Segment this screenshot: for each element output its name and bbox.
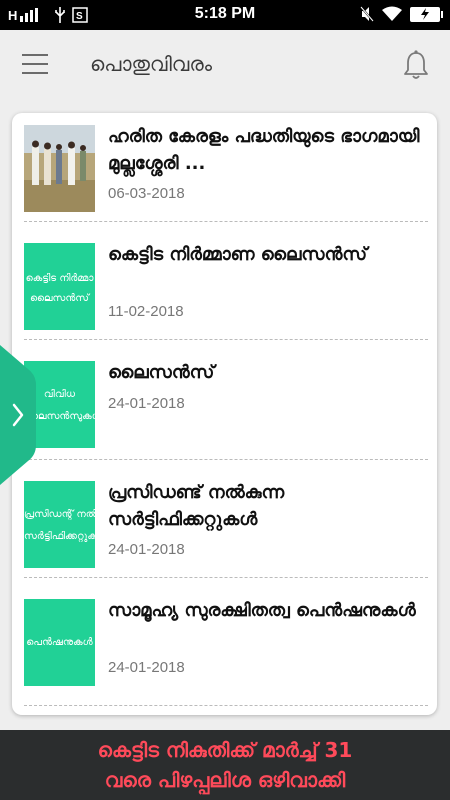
status-right-icons [360,6,443,22]
side-drawer-tab[interactable] [0,345,36,485]
battery-charging-icon [410,6,443,22]
divider [24,339,428,340]
news-headline: ഹരിത കേരളം പദ്ധതിയുടെ ഭാഗമായി മുല്ലശ്ശേര… [108,126,420,174]
list-item[interactable]: കെട്ടിട നിർമ്മാ ലൈസൻസ് കെട്ടിട നിർമ്മാണ … [12,231,437,349]
list-item[interactable]: പെൻഷനുകൾ സാമൂഹ്യ സുരക്ഷിതത്വ പെൻഷനുകൾ 24… [12,587,437,705]
news-headline: പ്രസിഡണ്ട് നൽകുന്ന സർട്ടിഫിക്കറ്റുകൾ [108,482,285,530]
news-thumbnail: കെട്ടിട നിർമ്മാ ലൈസൻസ് [24,243,95,330]
news-date: 24-01-2018 [108,541,185,558]
list-item[interactable]: ഹരിത കേരളം പദ്ധതിയുടെ ഭാഗമായി മുല്ലശ്ശേര… [12,113,437,231]
list-item[interactable]: പ്രസിഡന്റ് നൽകു സർട്ടിഫിക്കറ്റുക പ്രസിഡണ… [12,469,437,587]
divider [24,221,428,222]
mute-icon [360,6,374,22]
bell-icon[interactable] [402,50,430,80]
news-date: 24-01-2018 [108,659,185,676]
divider [24,577,428,578]
app-bar: പൊതുവിവരം [0,30,450,100]
news-date: 11-02-2018 [108,303,184,320]
news-list: ഹരിത കേരളം പദ്ധതിയുടെ ഭാഗമായി മുല്ലശ്ശേര… [12,113,437,715]
news-thumbnail: പെൻഷനുകൾ [24,599,95,686]
page-title: പൊതുവിവരം [90,52,213,76]
news-headline: കെട്ടിട നിർമ്മാണ ലൈസൻസ് [108,244,368,265]
news-photo [24,125,95,212]
wifi-icon [382,6,402,21]
thumbnail-text: സർട്ടിഫിക്കറ്റുക [24,531,95,542]
divider [24,705,428,706]
news-date: 24-01-2018 [108,395,185,412]
list-item[interactable]: വിവിധ ലൈസൻസുകൾ ലൈസൻസ് 24-01-2018 [12,349,437,467]
thumbnail-text: പെൻഷനുകൾ [26,637,93,648]
banner-line-1: കെട്ടിട നികുതിക്ക് മാർച്ച് 31 [97,738,353,762]
hamburger-menu-icon[interactable] [22,54,48,76]
announcement-banner[interactable]: കെട്ടിട നികുതിക്ക് മാർച്ച് 31 വരെ പിഴപ്പ… [0,730,450,800]
divider [24,459,428,460]
news-headline: സാമൂഹ്യ സുരക്ഷിതത്വ പെൻഷനുകൾ [108,600,416,621]
status-bar: H S 5:18 PM [0,0,450,30]
news-headline: ലൈസൻസ് [108,362,215,383]
thumbnail-text: കെട്ടിട നിർമ്മാ [25,273,94,284]
news-date: 06-03-2018 [108,185,185,202]
thumbnail-text: ലൈസൻസ് [29,293,90,304]
news-thumbnail: പ്രസിഡന്റ് നൽകു സർട്ടിഫിക്കറ്റുക [24,481,95,568]
thumbnail-text: പ്രസിഡന്റ് നൽകു [24,509,95,520]
banner-line-2: വരെ പിഴപ്പലിശ ഒഴിവാക്കി [104,768,346,792]
